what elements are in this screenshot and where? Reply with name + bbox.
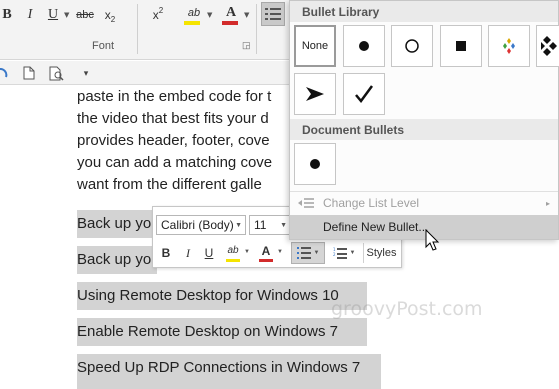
highlight-button[interactable]: ab (223, 243, 243, 263)
bullet-none-option[interactable]: None (294, 25, 336, 67)
underline-dropdown-icon[interactable]: ▼ (64, 11, 69, 19)
chevron-right-icon: ▸ (545, 198, 550, 208)
bullet-filled-square-option[interactable] (440, 25, 482, 67)
highlight-label: ab (227, 244, 239, 256)
list-item: Using Remote Desktop for Windows 10 (77, 287, 339, 304)
strikethrough-button[interactable]: abc (76, 4, 94, 26)
undo-icon[interactable] (0, 65, 8, 81)
document-bullets-header: Document Bullets (290, 119, 558, 140)
font-color-bar (222, 21, 238, 25)
new-document-icon[interactable] (22, 65, 36, 81)
bullets-list-icon (265, 8, 281, 20)
numbering-button[interactable]: 1 2 ▼ (329, 243, 359, 263)
font-color-button[interactable]: A (220, 4, 242, 26)
underline-button[interactable]: U (202, 243, 216, 263)
paragraph-line: paste in the embed code for t (77, 88, 272, 105)
superscript-mark: 2 (158, 5, 164, 15)
ribbon-divider (137, 4, 138, 54)
filled-circle-icon (359, 41, 369, 51)
define-new-bullet-label: Define New Bullet... (323, 220, 429, 234)
change-list-level-label: Change List Level (323, 196, 420, 210)
checkmark-icon (355, 85, 374, 103)
italic-button[interactable]: I (22, 4, 38, 26)
highlight-label: ab (187, 7, 201, 19)
bullet-hollow-circle-option[interactable] (391, 25, 433, 67)
bullets-list-icon (296, 247, 311, 259)
four-diamonds-icon (503, 38, 515, 54)
filled-circle-icon (310, 159, 320, 169)
subscript-mark: 2 (110, 14, 116, 24)
list-item: Speed Up RDP Connections in Windows 7 (77, 359, 361, 376)
bullet-four-diamonds-option[interactable] (488, 25, 530, 67)
bullet-arrowhead-option[interactable] (294, 73, 336, 115)
chevron-down-icon: ▼ (349, 250, 356, 256)
customize-icon[interactable]: ▾ (80, 65, 92, 81)
arrowhead-icon (306, 87, 324, 101)
highlight-color-bar (226, 259, 240, 262)
bullet-library-menu: Bullet Library None Document Bullets Cha… (289, 0, 559, 240)
font-size-value: 11 (254, 218, 267, 232)
superscript-button[interactable]: x2 (149, 4, 167, 26)
bold-button[interactable]: B (0, 4, 14, 26)
font-size-box[interactable]: 11 ▼ (249, 215, 291, 235)
font-group-label: Font (92, 40, 115, 52)
numbered-list-icon: 1 2 (333, 247, 347, 259)
font-color-button[interactable]: A (257, 243, 275, 263)
font-color-label: A (225, 5, 237, 20)
hollow-circle-icon (405, 39, 419, 53)
highlight-dropdown-icon[interactable]: ▼ (207, 11, 212, 19)
font-color-dropdown-icon[interactable]: ▼ (244, 11, 249, 19)
bullets-button[interactable] (261, 2, 285, 26)
bullet-none-label: None (301, 40, 329, 52)
subscript-button[interactable]: x2 (101, 4, 119, 26)
chevron-down-icon: ▼ (313, 250, 320, 256)
bullet-library-header: Bullet Library (290, 1, 558, 22)
chevron-down-icon[interactable]: ▼ (280, 222, 287, 229)
highlight-color-bar (184, 21, 200, 25)
font-color-label: A (261, 244, 271, 258)
list-item: Back up yo (77, 215, 152, 232)
paragraph-line: the video that best fits your d (77, 110, 269, 127)
mouse-pointer-icon (425, 229, 440, 251)
bullet-diamond-cluster-option[interactable] (536, 25, 559, 67)
styles-button[interactable]: Styles (363, 243, 399, 263)
italic-button[interactable]: I (181, 243, 195, 263)
paragraph-line: provides header, footer, cove (77, 132, 270, 149)
bullet-filled-circle-option[interactable] (343, 25, 385, 67)
font-color-bar (259, 259, 273, 262)
highlight-button[interactable]: ab (183, 4, 205, 26)
filled-square-icon (456, 41, 466, 51)
bullet-checkmark-option[interactable] (343, 73, 385, 115)
list-item: Enable Remote Desktop on Windows 7 (77, 323, 338, 340)
print-preview-icon[interactable] (48, 65, 66, 81)
define-new-bullet-item[interactable]: Define New Bullet... (290, 215, 558, 239)
indent-icon (298, 198, 314, 208)
chevron-down-icon[interactable]: ▼ (244, 249, 250, 255)
svg-text:2: 2 (333, 252, 336, 257)
font-name-value: Calibri (Body) (161, 218, 234, 232)
document-bullet-filled-circle-option[interactable] (294, 143, 336, 185)
diamond-cluster-icon (541, 36, 557, 56)
bullets-button[interactable]: ▼ (291, 242, 325, 264)
dialog-launcher-icon[interactable]: ◲ (242, 40, 251, 51)
chevron-down-icon[interactable]: ▼ (235, 222, 242, 229)
ribbon-divider (256, 4, 257, 54)
paragraph-line: want from the different galle (77, 176, 262, 193)
list-item: Back up yo (77, 251, 152, 268)
change-list-level-item: Change List Level ▸ (290, 191, 558, 215)
watermark: groovyPost.com (331, 298, 483, 320)
underline-button[interactable]: U (45, 4, 61, 26)
chevron-down-icon[interactable]: ▼ (277, 249, 283, 255)
bold-button[interactable]: B (158, 243, 174, 263)
paragraph-line: you can add a matching cove (77, 154, 273, 171)
font-name-box[interactable]: Calibri (Body) ▼ (156, 215, 246, 235)
